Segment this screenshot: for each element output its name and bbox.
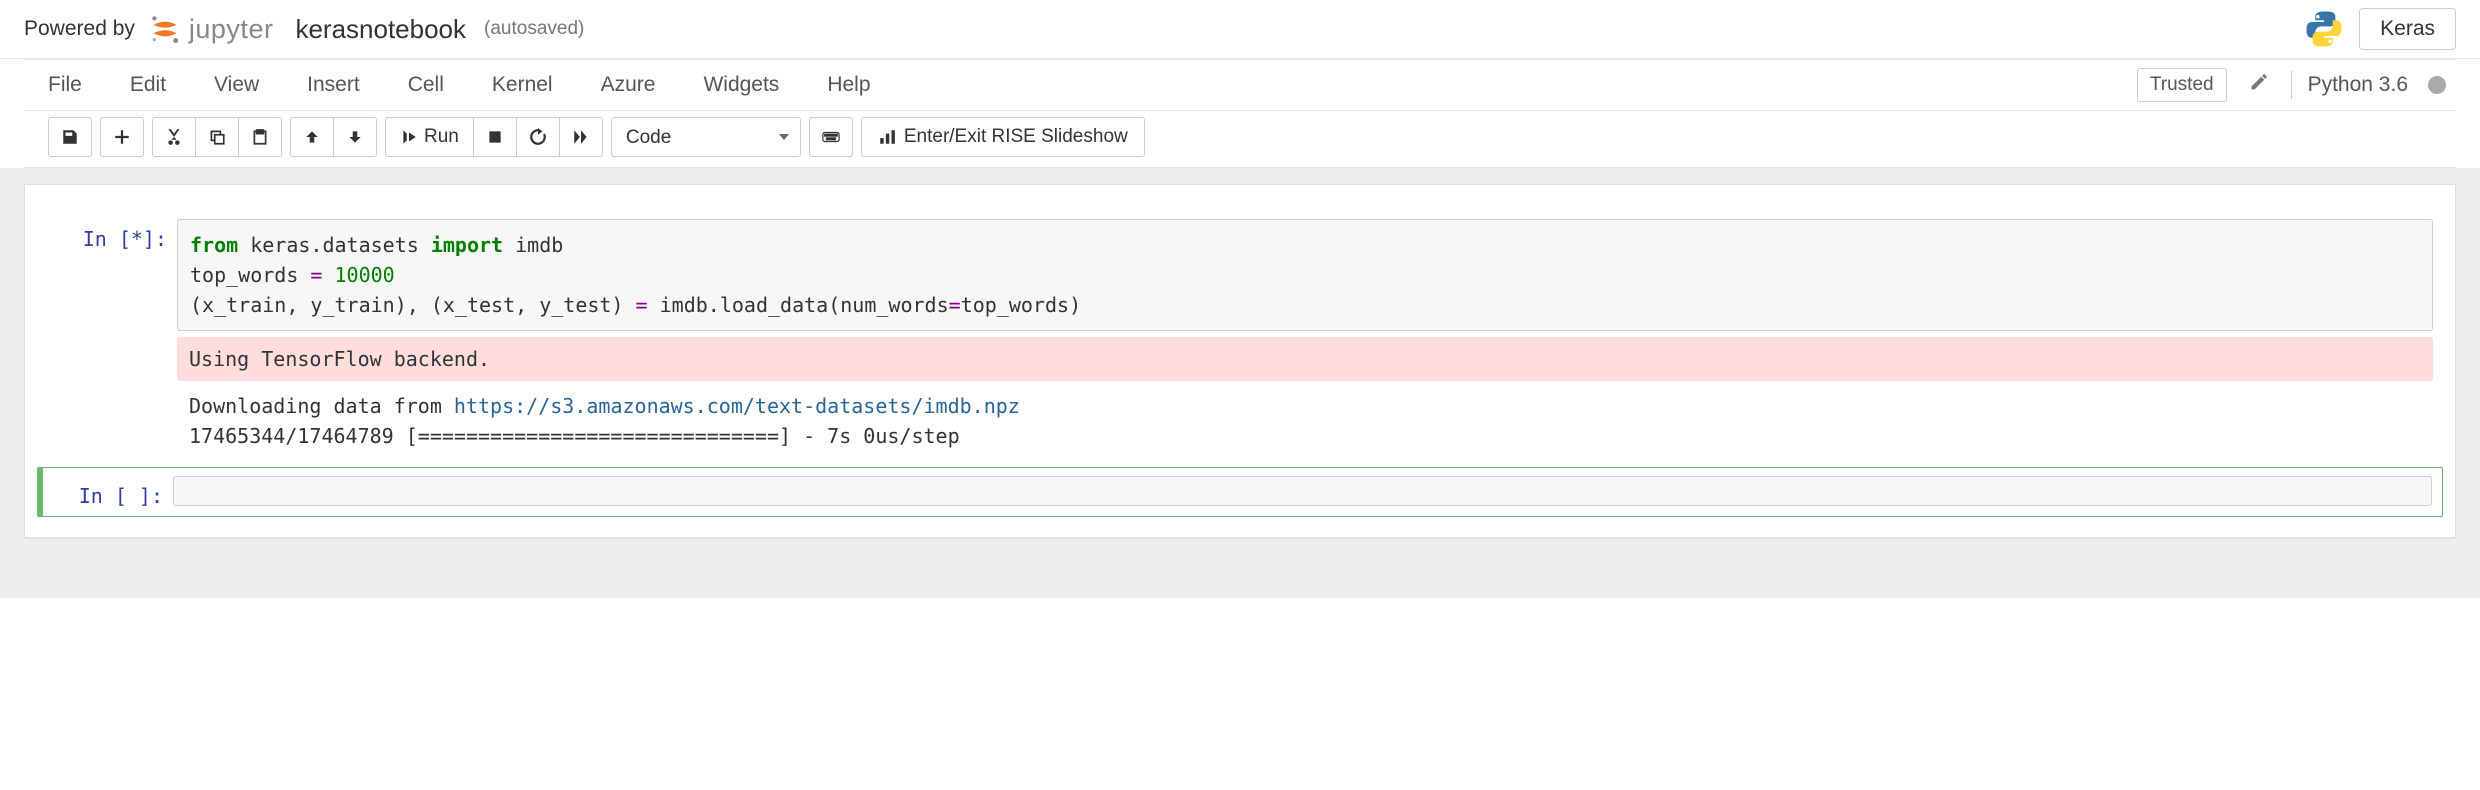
input-prompt: In [*]: <box>47 219 177 451</box>
input-prompt: In [ ]: <box>48 476 173 508</box>
python-logo-icon <box>2303 8 2345 50</box>
copy-icon[interactable] <box>195 117 239 157</box>
menu-file[interactable]: File <box>24 59 106 111</box>
menu-help[interactable]: Help <box>803 59 894 111</box>
menubar: File Edit View Insert Cell Kernel Azure … <box>24 59 2456 111</box>
toolbar: Run Code <box>24 111 2456 168</box>
jupyter-word: jupyter <box>189 14 274 45</box>
cut-icon[interactable] <box>152 117 196 157</box>
header: Powered by jupyter kerasnotebook (autosa… <box>0 0 2480 59</box>
move-group <box>290 117 377 157</box>
code-cell[interactable]: In [*]: from keras.datasets import imdb … <box>37 215 2443 455</box>
menubar-right: Trusted Python 3.6 <box>2137 68 2456 102</box>
autosave-status: (autosaved) <box>484 18 584 40</box>
rise-label: Enter/Exit RISE Slideshow <box>904 126 1128 148</box>
run-all-icon[interactable] <box>559 117 603 157</box>
jupyter-planet-icon <box>147 11 183 47</box>
cell-body <box>173 476 2432 508</box>
code-editor[interactable] <box>173 476 2432 506</box>
move-down-icon[interactable] <box>333 117 377 157</box>
kernel-name[interactable]: Python 3.6 <box>2308 73 2408 97</box>
restart-icon[interactable] <box>516 117 560 157</box>
pencil-icon[interactable] <box>2239 72 2279 98</box>
keras-button[interactable]: Keras <box>2359 8 2456 50</box>
divider <box>2291 71 2292 99</box>
menu-edit[interactable]: Edit <box>106 59 190 111</box>
move-up-icon[interactable] <box>290 117 334 157</box>
run-label: Run <box>424 126 459 148</box>
bar-chart-icon <box>878 128 896 146</box>
powered-by-label: Powered by <box>24 17 135 41</box>
menu-insert[interactable]: Insert <box>283 59 384 111</box>
menu-cell[interactable]: Cell <box>384 59 468 111</box>
add-cell-icon[interactable] <box>100 117 144 157</box>
stop-icon[interactable] <box>473 117 517 157</box>
paste-icon[interactable] <box>238 117 282 157</box>
notebook-container: In [*]: from keras.datasets import imdb … <box>24 184 2456 538</box>
output-stdout: Downloading data from https://s3.amazona… <box>177 381 2433 451</box>
cell-type-select-wrap: Code <box>611 117 801 157</box>
header-right: Keras <box>2303 8 2456 50</box>
cell-body: from keras.datasets import imdb top_word… <box>177 219 2433 451</box>
kernel-status-icon <box>2428 76 2446 94</box>
code-cell-selected[interactable]: In [ ]: <box>37 467 2443 517</box>
menu-view[interactable]: View <box>190 59 283 111</box>
run-group: Run <box>385 117 603 157</box>
rise-button[interactable]: Enter/Exit RISE Slideshow <box>861 117 1145 157</box>
notebook-scroll-area[interactable]: In [*]: from keras.datasets import imdb … <box>0 168 2480 598</box>
menu-widgets[interactable]: Widgets <box>679 59 803 111</box>
cell-type-select[interactable]: Code <box>611 117 801 157</box>
download-link[interactable]: https://s3.amazonaws.com/text-datasets/i… <box>454 394 1020 418</box>
notebook-name[interactable]: kerasnotebook <box>295 14 466 45</box>
edit-group <box>152 117 282 157</box>
code-editor[interactable]: from keras.datasets import imdb top_word… <box>177 219 2433 331</box>
menu-kernel[interactable]: Kernel <box>468 59 577 111</box>
save-icon[interactable] <box>48 117 92 157</box>
menu-azure[interactable]: Azure <box>577 59 680 111</box>
trusted-badge[interactable]: Trusted <box>2137 68 2227 102</box>
command-palette-icon[interactable] <box>809 117 853 157</box>
jupyter-logo[interactable]: jupyter <box>147 11 274 47</box>
menubar-wrap: File Edit View Insert Cell Kernel Azure … <box>0 59 2480 168</box>
output-stderr: Using TensorFlow backend. <box>177 337 2433 381</box>
run-button[interactable]: Run <box>385 117 474 157</box>
